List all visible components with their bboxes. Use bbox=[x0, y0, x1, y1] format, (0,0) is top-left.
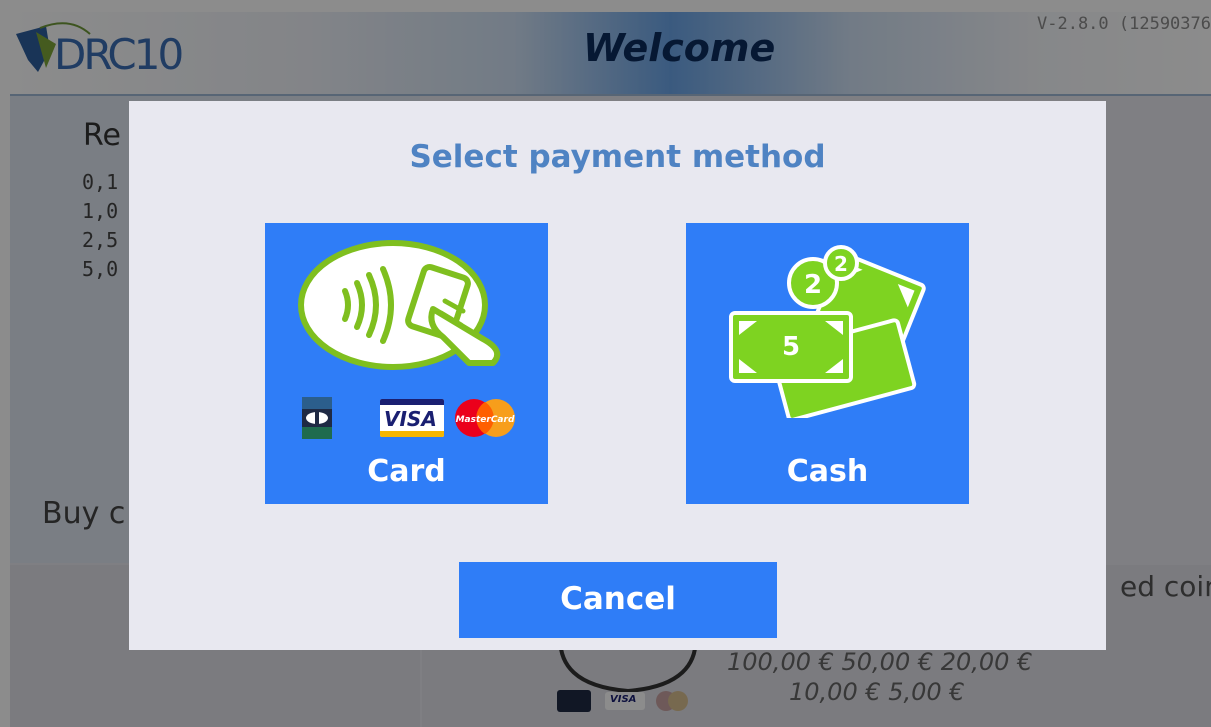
note-value: 5 bbox=[782, 332, 800, 362]
coin-value-2: 2 bbox=[834, 252, 848, 276]
svg-text:MasterCard: MasterCard bbox=[456, 415, 515, 425]
card-label: Card bbox=[367, 454, 446, 489]
cancel-button[interactable]: Cancel bbox=[459, 562, 777, 638]
coin-value-1: 2 bbox=[804, 270, 822, 300]
dialog-title: Select payment method bbox=[409, 139, 826, 175]
cash-banknotes-icon: 2 2 5 bbox=[729, 245, 926, 418]
visa-logo-icon: VISA bbox=[380, 399, 444, 437]
cash-payment-button[interactable]: 2 2 5 Cash bbox=[686, 223, 969, 504]
cb-logo-icon bbox=[302, 397, 332, 439]
contactless-card-icon bbox=[298, 240, 501, 370]
card-logos: VISA MasterCard bbox=[302, 397, 517, 439]
payment-method-dialog: Select payment method VISA MasterCard Ca… bbox=[129, 101, 1106, 650]
card-payment-button[interactable]: VISA MasterCard Card bbox=[265, 223, 548, 504]
cash-label: Cash bbox=[786, 454, 869, 489]
mastercard-logo-icon: MasterCard bbox=[455, 399, 515, 437]
